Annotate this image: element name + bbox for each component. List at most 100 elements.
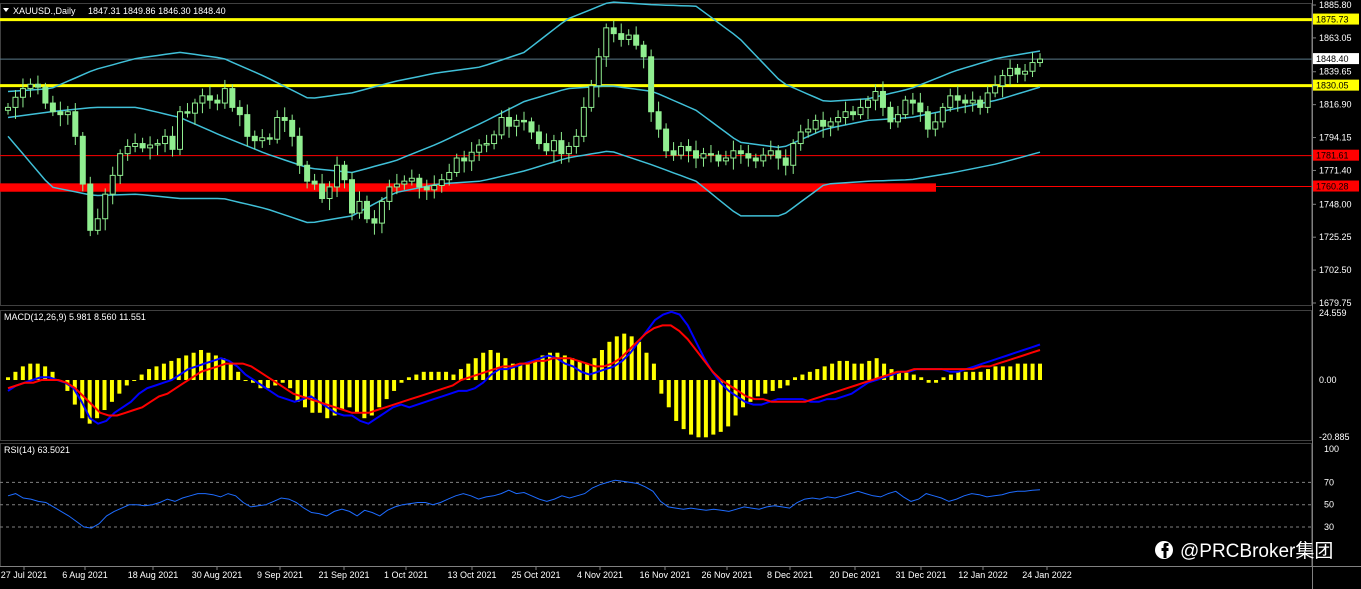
candle-body[interactable]: [790, 143, 797, 166]
candle-body[interactable]: [857, 106, 864, 116]
candle-body[interactable]: [169, 135, 176, 150]
candle-body[interactable]: [977, 99, 984, 108]
candle-body[interactable]: [296, 135, 303, 166]
candle-body[interactable]: [782, 157, 789, 166]
candle-body[interactable]: [580, 106, 587, 137]
candle-body[interactable]: [102, 193, 109, 220]
candle-body[interactable]: [431, 184, 438, 191]
candle-body[interactable]: [1007, 67, 1014, 77]
candle-body[interactable]: [49, 102, 56, 113]
candle-body[interactable]: [19, 88, 26, 98]
candle-body[interactable]: [416, 177, 423, 188]
candle-body[interactable]: [27, 83, 34, 90]
candle-body[interactable]: [797, 131, 804, 145]
candle-body[interactable]: [887, 106, 894, 123]
candle-body[interactable]: [633, 34, 640, 46]
triangle-down-icon[interactable]: [3, 8, 9, 12]
candle-body[interactable]: [947, 95, 954, 108]
candle-body[interactable]: [506, 117, 513, 127]
candle-body[interactable]: [954, 95, 961, 101]
candle-body[interactable]: [259, 137, 266, 142]
candle-body[interactable]: [693, 150, 699, 159]
candle-body[interactable]: [663, 128, 670, 152]
candle-body[interactable]: [221, 88, 228, 104]
candle-body[interactable]: [850, 111, 857, 116]
candle-body[interactable]: [513, 119, 520, 127]
candle-body[interactable]: [820, 119, 827, 127]
candle-body[interactable]: [827, 121, 834, 127]
candle-body[interactable]: [386, 186, 393, 202]
candle-body[interactable]: [139, 143, 146, 149]
candle-body[interactable]: [236, 106, 243, 116]
candle-body[interactable]: [154, 143, 161, 146]
candle-body[interactable]: [969, 99, 976, 104]
candle-body[interactable]: [281, 117, 288, 121]
candle-body[interactable]: [94, 218, 101, 231]
candle-body[interactable]: [521, 119, 527, 123]
candle-body[interactable]: [648, 56, 655, 113]
candle-body[interactable]: [872, 90, 879, 101]
candle-body[interactable]: [745, 153, 752, 159]
candle-body[interactable]: [378, 200, 385, 224]
candle-body[interactable]: [229, 88, 236, 108]
candle-body[interactable]: [334, 164, 341, 188]
candle-body[interactable]: [147, 144, 154, 149]
candle-body[interactable]: [543, 143, 550, 152]
candle-body[interactable]: [767, 150, 774, 156]
candle-body[interactable]: [939, 106, 946, 123]
candle-body[interactable]: [730, 150, 737, 159]
candle-body[interactable]: [550, 140, 557, 152]
candle-body[interactable]: [206, 95, 213, 101]
candle-body[interactable]: [274, 117, 281, 140]
candle-body[interactable]: [722, 157, 729, 162]
candle-body[interactable]: [707, 153, 714, 156]
candle-body[interactable]: [468, 151, 475, 162]
candle-body[interactable]: [1029, 62, 1036, 72]
candle-body[interactable]: [72, 111, 79, 137]
candle-body[interactable]: [715, 154, 722, 162]
candle-body[interactable]: [558, 140, 565, 155]
candle-body[interactable]: [760, 154, 767, 162]
candle-body[interactable]: [700, 153, 707, 159]
candle-body[interactable]: [909, 99, 916, 104]
candle-body[interactable]: [535, 131, 542, 145]
candle-body[interactable]: [902, 99, 909, 116]
candle-body[interactable]: [625, 34, 632, 40]
candle-body[interactable]: [446, 171, 453, 181]
candle-body[interactable]: [483, 143, 490, 146]
candle-body[interactable]: [199, 95, 206, 104]
candle-body[interactable]: [1022, 70, 1029, 75]
candle-body[interactable]: [132, 143, 139, 147]
candle-body[interactable]: [655, 111, 662, 130]
candle-body[interactable]: [610, 27, 617, 35]
candle-body[interactable]: [371, 218, 378, 224]
candle-body[interactable]: [678, 145, 685, 156]
candle-body[interactable]: [670, 150, 677, 156]
candle-body[interactable]: [251, 135, 258, 142]
candle-body[interactable]: [184, 111, 191, 114]
candle-body[interactable]: [588, 85, 595, 108]
candle-body[interactable]: [565, 145, 572, 155]
candle-body[interactable]: [491, 134, 498, 145]
candle-body[interactable]: [438, 179, 445, 186]
candle-body[interactable]: [805, 128, 812, 133]
candle-body[interactable]: [5, 106, 11, 111]
candle-body[interactable]: [924, 111, 931, 130]
candle-body[interactable]: [57, 111, 64, 116]
candle-body[interactable]: [214, 99, 221, 104]
candle-body[interactable]: [894, 114, 901, 123]
candle-body[interactable]: [289, 119, 296, 137]
candle-body[interactable]: [1037, 58, 1043, 64]
candle-body[interactable]: [573, 135, 580, 147]
candle-body[interactable]: [319, 183, 326, 200]
candle-body[interactable]: [752, 157, 759, 162]
candle-body[interactable]: [42, 86, 49, 104]
candle-body[interactable]: [932, 121, 939, 130]
candle-body[interactable]: [476, 144, 483, 153]
candle-body[interactable]: [244, 114, 251, 137]
candle-body[interactable]: [87, 183, 94, 231]
candle-body[interactable]: [363, 200, 370, 220]
candle-body[interactable]: [117, 153, 124, 176]
candle-body[interactable]: [640, 44, 647, 58]
candle-body[interactable]: [528, 121, 535, 133]
